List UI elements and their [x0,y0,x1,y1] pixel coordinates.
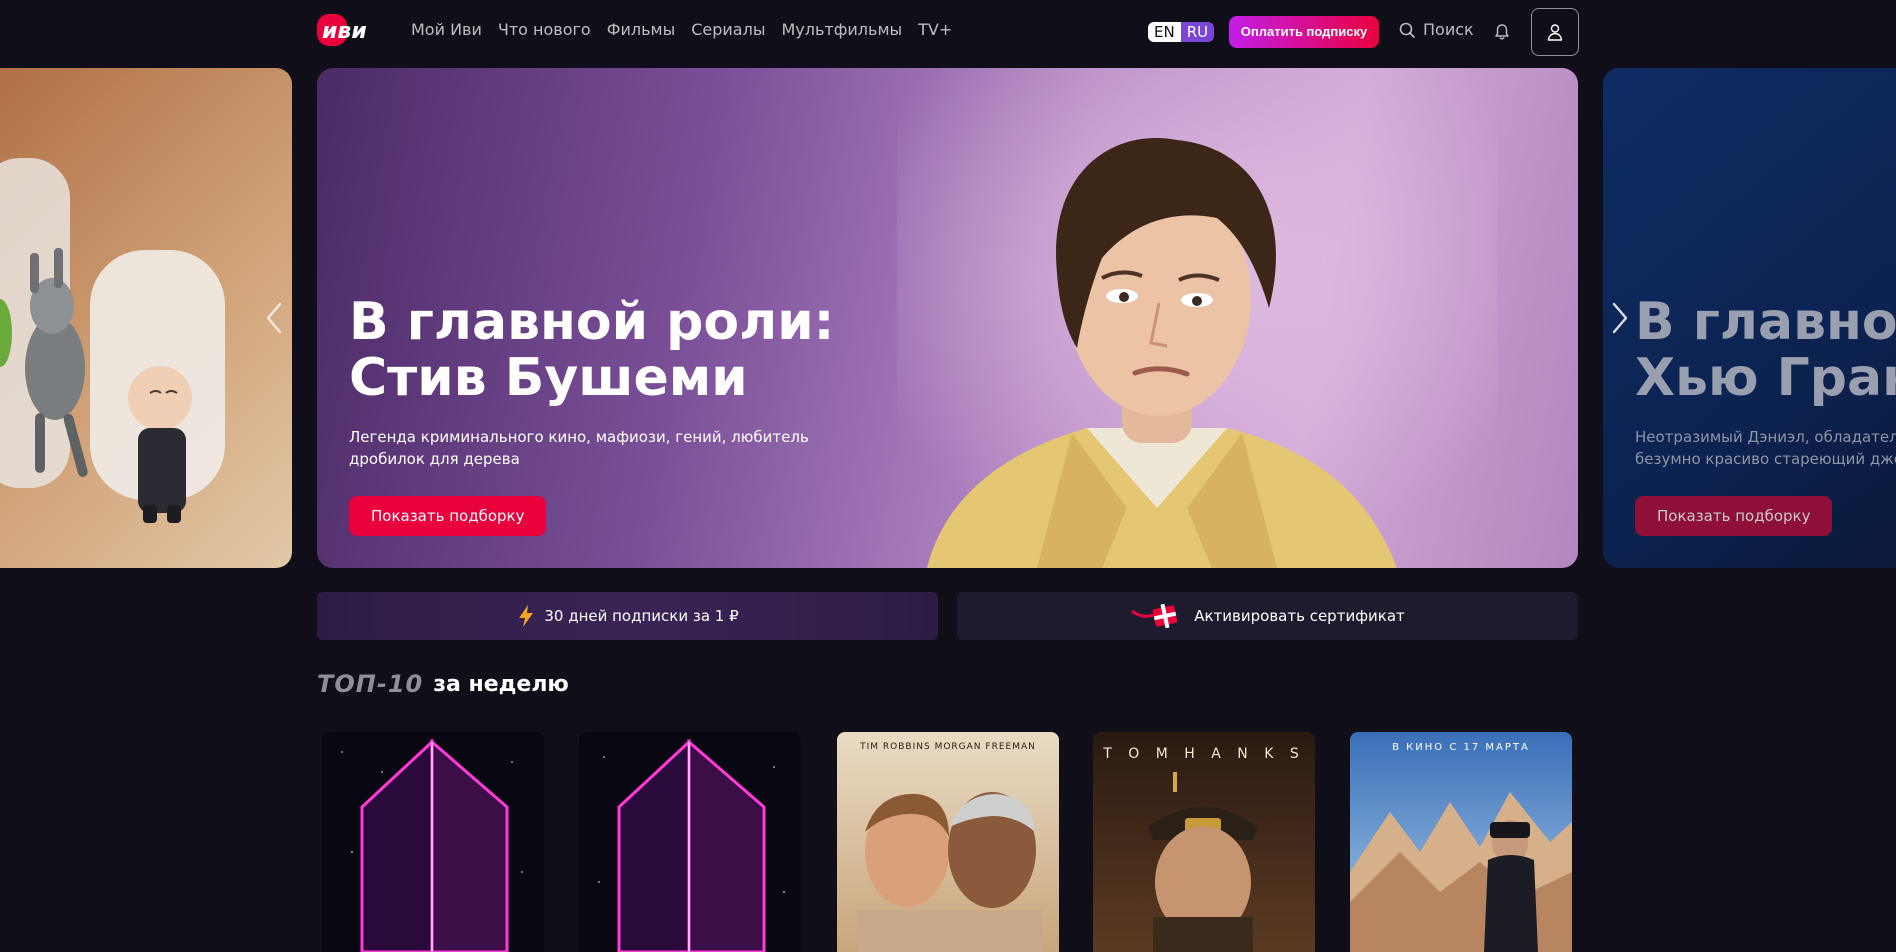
subscription-promo-button[interactable]: 30 дней подписки за 1 ₽ [317,592,938,640]
carousel-slide-next[interactable]: В главной Хью Гран Неотразимый Дэниэл, о… [1603,68,1896,568]
poster-5-artwork [1350,792,1572,952]
bell-icon [1495,24,1509,40]
poster-4-caption: T O M H A N K S [1103,746,1305,762]
lang-en-button[interactable]: EN [1148,22,1181,42]
nav-series[interactable]: Сериалы [691,20,765,39]
subscription-promo-label: 30 дней подписки за 1 ₽ [544,607,739,625]
slide-next-button[interactable]: Показать подборку [1635,496,1833,536]
slide-next-desc-line1: Неотразимый Дэниэл, обладатель н [1635,428,1896,446]
nav-my-ivi[interactable]: Мой Иви [411,20,482,39]
main-nav: Мой Иви Что нового Фильмы Сериалы Мультф… [411,20,952,39]
carousel-next-arrow[interactable] [1608,300,1632,336]
slide-current-title: В главной роли: Стив Бушеми [349,294,909,406]
search-button[interactable]: Поиск [1399,20,1474,39]
top10-poster-5[interactable]: В КИНО С 17 МАРТА [1350,732,1572,952]
slide-next-title-line2: Хью Гран [1635,348,1896,408]
ivi-logo[interactable]: иви [317,12,385,48]
gift-certificate-icon [1131,603,1178,629]
slide-current-portrait [897,68,1497,568]
top10-heading: ТОП-10 за неделю [317,670,569,698]
lightning-icon [519,605,534,627]
nav-whats-new[interactable]: Что нового [498,20,591,39]
carousel-slide-current[interactable]: В главной роли: Стив Бушеми Легенда крим… [317,68,1578,568]
nav-cartoons[interactable]: Мультфильмы [781,20,902,39]
language-switch: EN RU [1148,22,1215,42]
poster-1-artwork [341,738,523,952]
show-collection-button[interactable]: Показать подборку [349,496,547,536]
activate-certificate-button[interactable]: Активировать сертификат [957,592,1578,640]
top10-poster-3[interactable]: TIM ROBBINS MORGAN FREEMAN [837,732,1059,952]
profile-button[interactable] [1531,8,1579,56]
top10-poster-1[interactable] [322,732,544,952]
slide-next-title: В главной Хью Гран [1635,294,1896,406]
top10-poster-2[interactable] [579,732,801,952]
slide-next-title-line1: В главной [1635,292,1896,352]
user-icon [1547,24,1563,41]
top10-poster-4[interactable]: T O M H A N K S [1093,732,1315,952]
slide-current-description: Легенда криминального кино, мафиози, ген… [349,428,809,468]
search-label: Поиск [1423,20,1474,39]
top-header: иви Мой Иви Что нового Фильмы Сериалы Му… [0,0,1896,64]
nav-tv-plus[interactable]: TV+ [918,20,952,39]
top10-badge: ТОП-10 [317,670,424,698]
poster-3-caption: TIM ROBBINS MORGAN FREEMAN [860,742,1036,752]
poster-2-artwork [598,738,785,952]
slide-next-description: Неотразимый Дэниэл, обладатель н безумно… [1635,426,1896,470]
slide-current-title-line1: В главной роли: [349,292,835,352]
slide-next-desc-line2: безумно красиво стареющий джент [1635,450,1896,468]
poster-5-caption: В КИНО С 17 МАРТА [1392,742,1530,753]
top10-label: за неделю [433,671,569,697]
carousel-slide-prev[interactable] [0,68,292,568]
carousel-prev-arrow[interactable] [262,300,286,336]
pay-subscription-button[interactable]: Оплатить подписку [1229,16,1379,48]
lang-ru-button[interactable]: RU [1180,22,1215,42]
svg-text:иви: иви [322,19,367,44]
poster-3-artwork [857,792,1042,952]
search-icon [1399,22,1415,38]
nav-movies[interactable]: Фильмы [607,20,676,39]
slide-current-title-line2: Стив Бушеми [349,348,748,408]
activate-certificate-label: Активировать сертификат [1194,607,1405,625]
poster-4-artwork [1148,772,1258,952]
slide-prev-artwork [0,158,225,523]
notifications-button[interactable] [1492,22,1512,42]
